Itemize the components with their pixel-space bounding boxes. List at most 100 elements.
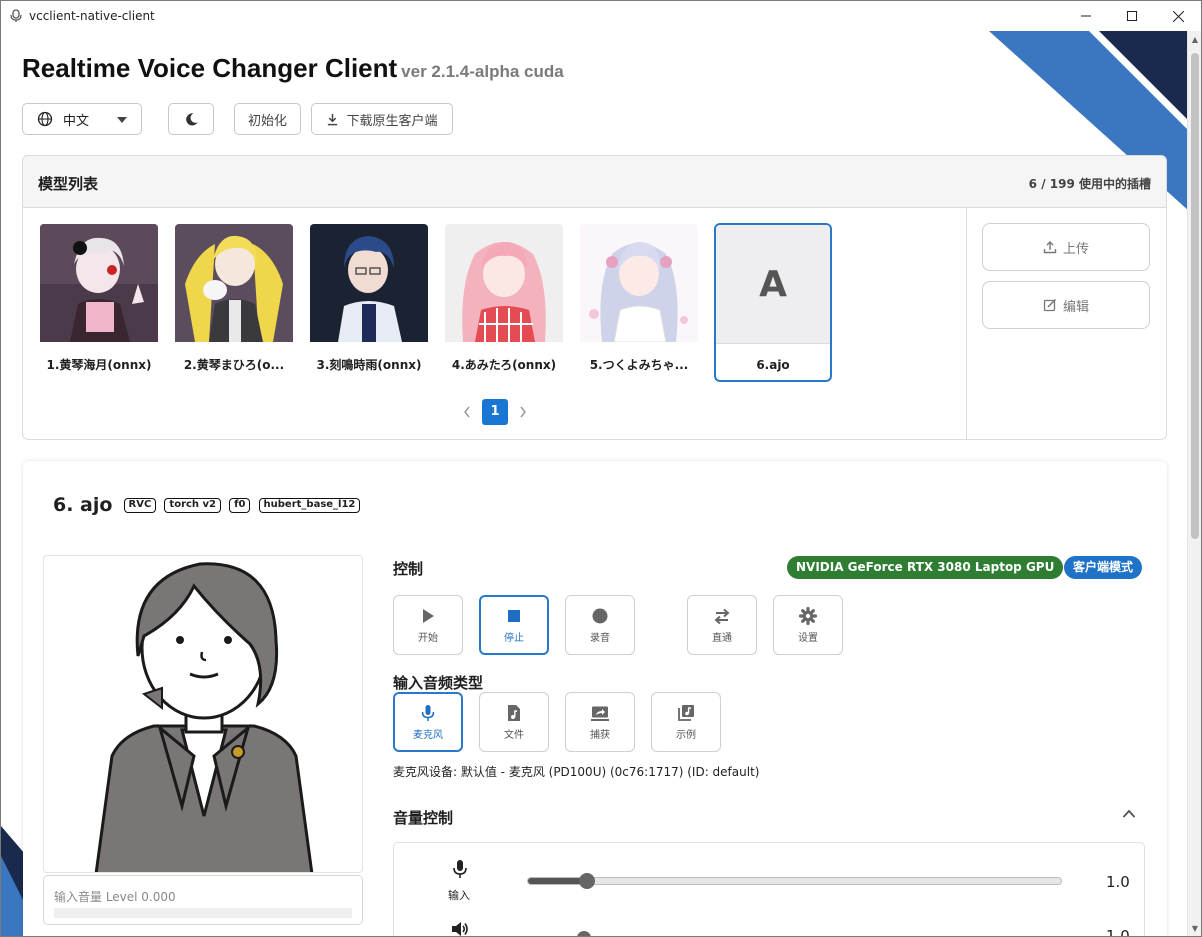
input-volume-knob[interactable] — [578, 873, 595, 889]
model-thumbnail — [40, 224, 158, 342]
scrollbar-thumb[interactable] — [1191, 53, 1199, 539]
passthrough-label: 直通 — [712, 632, 732, 644]
input-capture-button[interactable]: 捕获 — [565, 692, 635, 752]
volume-title: 音量控制 — [393, 809, 454, 827]
scroll-up-icon[interactable]: ▲ — [1188, 33, 1201, 47]
model-tile-5[interactable]: 5.つくよみちゃ... — [580, 224, 698, 382]
page-title: Realtime Voice Changer Client ver 2.1.4-a… — [22, 53, 564, 84]
globe-icon — [37, 111, 53, 127]
model-thumbnail — [580, 224, 698, 342]
model-portrait — [43, 555, 363, 873]
model-thumbnail: A — [716, 225, 830, 343]
stop-label: 停止 — [504, 632, 524, 644]
model-tile-2[interactable]: 2.黄琴まひろ(o... — [175, 224, 293, 382]
model-label: 3.刻鳴時雨(onnx) — [316, 358, 422, 372]
play-icon — [423, 608, 434, 623]
model-label: 5.つくよみちゃ... — [589, 358, 689, 372]
model-tile-6[interactable]: A 6.ajo — [714, 223, 832, 382]
model-tile-3[interactable]: 3.刻鳴時雨(onnx) — [310, 224, 428, 382]
record-icon — [592, 608, 608, 623]
init-button[interactable]: 初始化 — [234, 103, 301, 135]
library-music-icon — [678, 704, 694, 721]
model-thumbnail — [445, 224, 563, 342]
stop-icon — [508, 609, 520, 622]
app-icon — [10, 9, 22, 22]
language-value: 中文 — [63, 113, 90, 129]
input-level-box: 输入音量 Level 0.000 — [43, 875, 363, 925]
swap-arrows-icon — [714, 608, 730, 624]
model-tile-1[interactable]: 1.黄琴海月(onnx) — [40, 224, 158, 382]
passthrough-button[interactable]: 直通 — [687, 595, 757, 655]
input-volume-value: 1.0 — [1106, 873, 1130, 891]
input-volume-label: 输入 — [448, 889, 470, 902]
file-label: 文件 — [504, 729, 524, 741]
upload-icon — [1043, 241, 1057, 254]
start-label: 开始 — [418, 632, 438, 644]
model-tile-4[interactable]: 4.あみたろ(onnx) — [445, 224, 563, 382]
tag-embedder: hubert_base_l12 — [258, 497, 361, 513]
close-icon — [1172, 10, 1184, 22]
gpu-badge: NVIDIA GeForce RTX 3080 Laptop GPU — [787, 556, 1064, 579]
maximize-button[interactable] — [1109, 1, 1155, 31]
model-name: 6. ajo — [53, 494, 113, 516]
slot-count: 6 / 199 使用中的插槽 — [1028, 177, 1151, 191]
output-volume-value: 1.0 — [1106, 927, 1130, 937]
record-label: 录音 — [590, 632, 610, 644]
scroll-down-icon[interactable]: ▼ — [1188, 922, 1201, 936]
start-button[interactable]: 开始 — [393, 595, 463, 655]
upload-label: 上传 — [1062, 241, 1089, 257]
microphone-icon — [421, 704, 435, 721]
input-volume-fill — [528, 878, 587, 884]
language-select[interactable]: 中文 — [22, 103, 142, 135]
stop-button[interactable]: 停止 — [479, 595, 549, 655]
mic-label: 麦克风 — [413, 729, 443, 741]
title-bar: vcclient-native-client — [1, 1, 1201, 31]
minimize-icon — [1081, 15, 1091, 17]
app-name: Realtime Voice Changer Client — [22, 53, 398, 83]
chevron-up-icon[interactable] — [1122, 809, 1136, 818]
page-button-1[interactable]: 1 — [482, 399, 508, 425]
upload-button[interactable]: 上传 — [982, 223, 1150, 271]
model-label: 4.あみたろ(onnx) — [451, 358, 557, 372]
record-button[interactable]: 录音 — [565, 595, 635, 655]
input-sample-button[interactable]: 示例 — [651, 692, 721, 752]
screen-share-icon — [591, 706, 609, 721]
model-thumbnail — [310, 224, 428, 342]
avatar — [94, 562, 314, 872]
model-heading: 6. ajo RVC torch v2 f0 hubert_base_l12 — [53, 494, 361, 516]
edit-label: 编辑 — [1062, 299, 1089, 315]
theme-toggle-button[interactable] — [168, 103, 214, 135]
window-title: vcclient-native-client — [29, 9, 155, 23]
chevron-right-icon[interactable] — [519, 406, 527, 418]
input-mic-button[interactable]: 麦克风 — [393, 692, 463, 752]
mic-device-text: 麦克风设备: 默认值 - 麦克风 (PD100U) (0c76:1717) (I… — [393, 765, 760, 779]
vertical-scrollbar[interactable]: ▲ ▼ — [1187, 31, 1201, 936]
tag-rvc: RVC — [123, 497, 157, 513]
settings-button[interactable]: 设置 — [773, 595, 843, 655]
output-volume-knob[interactable] — [577, 931, 591, 936]
audio-file-icon — [508, 704, 520, 721]
volume-panel: 输入 1.0 1.0 — [393, 842, 1145, 937]
capture-label: 捕获 — [590, 729, 610, 741]
close-button[interactable] — [1155, 1, 1201, 31]
input-file-button[interactable]: 文件 — [479, 692, 549, 752]
input-level-meter — [54, 908, 352, 918]
tile-divider — [716, 343, 830, 344]
download-client-button[interactable]: 下载原生客户端 — [311, 103, 453, 135]
model-list-header: 模型列表 6 / 199 使用中的插槽 — [23, 156, 1166, 208]
tag-torch: torch v2 — [164, 497, 222, 513]
settings-label: 设置 — [798, 632, 818, 644]
edit-button[interactable]: 编辑 — [982, 281, 1150, 329]
gear-icon — [799, 606, 817, 625]
download-icon — [328, 113, 338, 125]
speaker-icon — [452, 922, 468, 936]
input-level-text: 输入音量 Level 0.000 — [54, 890, 176, 904]
input-volume-slider[interactable] — [527, 873, 1062, 889]
minimize-button[interactable] — [1063, 1, 1109, 31]
download-label: 下载原生客户端 — [346, 113, 438, 129]
model-label: 2.黄琴まひろ(o... — [183, 358, 285, 372]
microphone-icon — [453, 860, 467, 878]
model-list-title: 模型列表 — [38, 175, 99, 193]
chevron-left-icon[interactable] — [463, 406, 471, 418]
moon-icon — [185, 112, 198, 125]
